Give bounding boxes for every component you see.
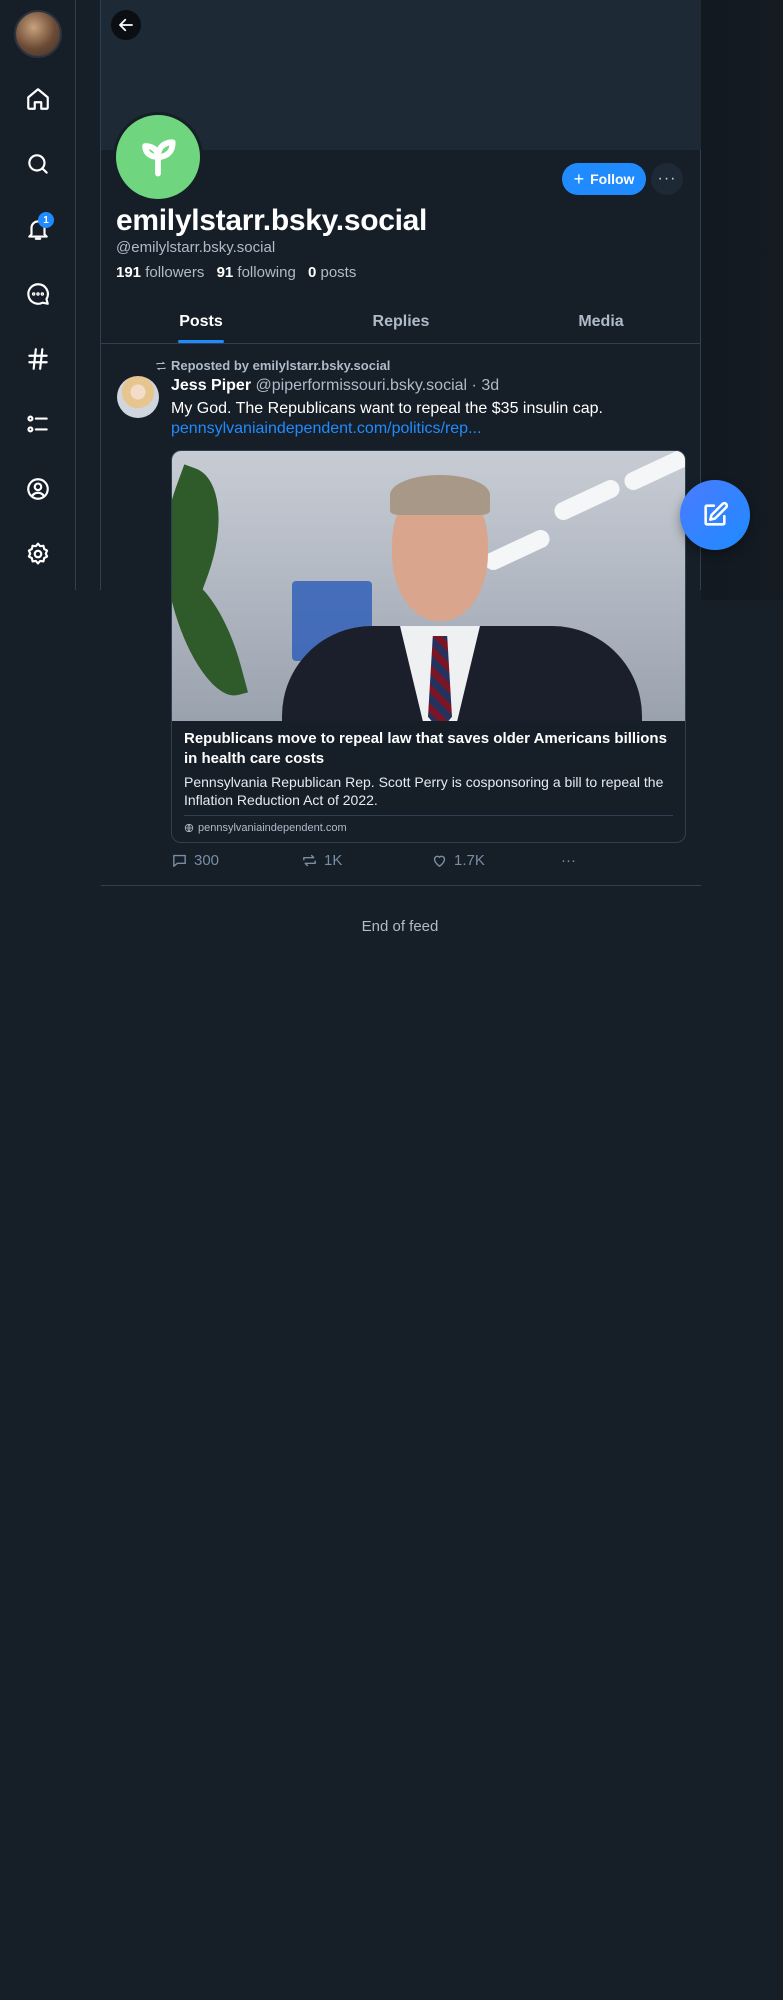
post-text: My God. The Republicans want to repeal t… <box>171 400 603 417</box>
end-of-feed: End of feed <box>361 918 439 935</box>
link-card-divider <box>184 815 673 816</box>
search-icon <box>28 154 48 174</box>
follow-button[interactable]: + Follow <box>562 163 646 195</box>
reply-button[interactable]: 300 <box>171 852 219 869</box>
home-icon <box>27 88 49 110</box>
tab-replies[interactable]: Replies <box>301 300 501 343</box>
post-author-handle[interactable]: @piperformissouri.bsky.social <box>256 377 468 394</box>
profile-more-button[interactable]: ··· <box>651 163 683 195</box>
followers-stat[interactable]: 191 followers <box>116 264 204 281</box>
gear-icon <box>27 542 49 565</box>
nav-lists[interactable] <box>18 404 58 444</box>
profile-icon <box>27 478 49 500</box>
plus-icon: + <box>573 169 585 189</box>
repost-button[interactable]: 1K <box>301 852 342 869</box>
profile-stats: 191 followers 91 following 0 posts <box>116 264 364 281</box>
following-stat[interactable]: 91 following <box>217 264 296 281</box>
arrow-left-icon <box>119 18 133 32</box>
tab-media[interactable]: Media <box>501 300 701 343</box>
post-link[interactable]: pennsylvaniaindependent.com/politics/rep… <box>171 420 481 438</box>
repost-icon <box>303 854 316 867</box>
repost-indicator[interactable]: Reposted by emilylstarr.bsky.social <box>155 358 390 373</box>
compose-button[interactable] <box>680 480 750 550</box>
hashtag-icon <box>28 348 48 370</box>
post-header: Jess Piper @piperformissouri.bsky.social… <box>171 377 500 394</box>
post-actions: 300 1K 1.7K ··· <box>171 852 591 874</box>
link-card-image <box>172 451 685 721</box>
profile-page: 1 + Follow ··· emilylstarr.bsky.social @… <box>0 0 783 2000</box>
nav-settings[interactable] <box>18 534 58 574</box>
reply-icon <box>173 854 186 867</box>
post-time[interactable]: 3d <box>481 377 499 394</box>
globe-icon <box>184 823 194 833</box>
profile-tabs: Posts Replies Media <box>101 300 701 344</box>
profile-handle: @emilylstarr.bsky.social <box>116 239 276 256</box>
nav-profile[interactable] <box>18 469 58 509</box>
list-icon <box>27 415 48 433</box>
nav-home[interactable] <box>18 79 58 119</box>
post-author-avatar[interactable] <box>117 376 159 418</box>
link-card[interactable]: Republicans move to repeal law that save… <box>171 450 686 843</box>
main-column: + Follow ··· emilylstarr.bsky.social @em… <box>100 0 701 886</box>
back-button[interactable] <box>111 10 141 40</box>
nav-search[interactable] <box>18 144 58 184</box>
post-more-button[interactable]: ··· <box>561 852 576 869</box>
current-user-avatar[interactable] <box>14 10 62 58</box>
link-card-description: Pennsylvania Republican Rep. Scott Perry… <box>184 774 664 808</box>
chat-icon <box>27 283 49 305</box>
profile-avatar[interactable] <box>113 112 203 202</box>
like-button[interactable]: 1.7K <box>431 852 485 869</box>
left-nav-rail: 1 <box>0 0 76 590</box>
nav-chat[interactable] <box>18 274 58 314</box>
post-author-name[interactable]: Jess Piper <box>171 377 251 394</box>
nav-notifications[interactable]: 1 <box>18 209 58 249</box>
link-card-domain: pennsylvaniaindependent.com <box>184 822 673 834</box>
sprout-icon <box>142 139 176 177</box>
follow-label: Follow <box>590 171 635 187</box>
profile-display-name: emilylstarr.bsky.social <box>116 204 428 237</box>
heart-icon <box>433 855 446 867</box>
link-card-title: Republicans move to repeal law that save… <box>184 730 667 767</box>
notifications-badge: 1 <box>38 212 54 228</box>
repost-icon <box>156 361 166 370</box>
post-divider <box>101 885 701 886</box>
nav-feeds[interactable] <box>18 339 58 379</box>
posts-stat: 0 posts <box>307 264 357 281</box>
compose-icon <box>704 501 729 526</box>
tab-posts[interactable]: Posts <box>101 300 301 343</box>
